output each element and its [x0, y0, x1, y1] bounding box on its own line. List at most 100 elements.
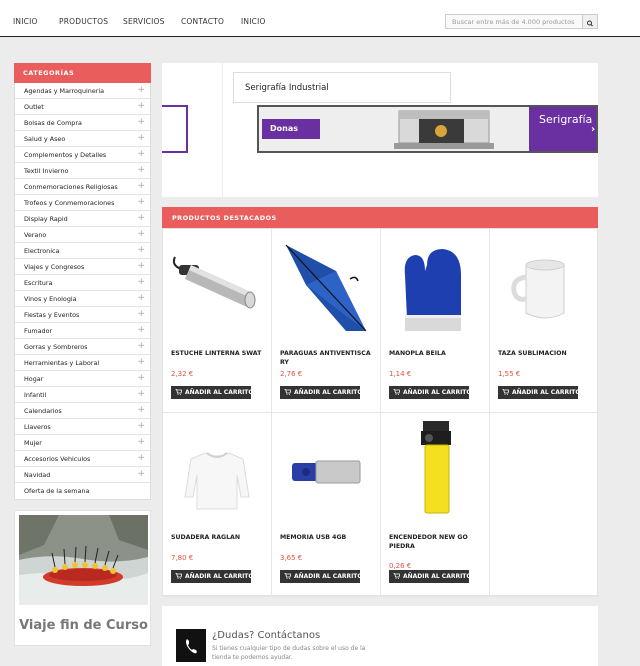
product-card[interactable]: PARAGUAS ANTIVENTISCA RY 2,76 € AÑADIR A… — [272, 229, 381, 413]
category-item[interactable]: Trofeos y Conmemoraciones + — [15, 195, 150, 211]
add-to-cart-button[interactable]: AÑADIR AL CARRITO — [389, 386, 472, 399]
expand-plus-icon[interactable]: + — [137, 469, 145, 480]
chevron-left-icon[interactable]: ‹ — [164, 124, 168, 135]
add-to-cart-button[interactable]: AÑADIR AL CARRITO — [498, 386, 581, 399]
add-to-cart-button[interactable]: AÑADIR AL CARRITO — [171, 570, 254, 583]
chevron-right-icon[interactable]: › — [591, 124, 595, 135]
category-item[interactable]: Fumador + — [15, 323, 150, 339]
category-item[interactable]: Infantil + — [15, 387, 150, 403]
category-item[interactable]: Complementos y Detalles + — [15, 147, 150, 163]
product-card[interactable]: SUDADERA RAGLAN 7,80 € AÑADIR AL CARRITO — [163, 413, 272, 597]
expand-plus-icon[interactable]: + — [137, 133, 145, 144]
cart-icon — [284, 389, 291, 395]
category-item[interactable]: Viajes y Congresos + — [15, 259, 150, 275]
category-item[interactable]: Hogar + — [15, 371, 150, 387]
banner-title: Serigrafía Industrial — [233, 72, 451, 103]
nav-inicio[interactable]: INICIO — [13, 17, 38, 26]
product-card[interactable]: MEMORIA USB 4GB 3,65 € AÑADIR AL CARRITO — [272, 413, 381, 597]
category-item[interactable]: Fiestas y Eventos + — [15, 307, 150, 323]
nav-inicio-2[interactable]: INICIO — [241, 17, 266, 26]
expand-plus-icon[interactable]: + — [137, 213, 145, 224]
expand-plus-icon[interactable]: + — [137, 165, 145, 176]
category-label: Oferta de la semana — [24, 487, 90, 495]
add-to-cart-button[interactable]: AÑADIR AL CARRITO — [389, 570, 472, 583]
category-label: Trofeos y Conmemoraciones — [24, 199, 115, 207]
category-item[interactable]: Display Rapid + — [15, 211, 150, 227]
category-item[interactable]: Oferta de la semana — [15, 483, 150, 499]
nav-productos[interactable]: PRODUCTOS — [59, 17, 108, 26]
category-label: Accesorios Vehiculos — [24, 455, 91, 463]
expand-plus-icon[interactable]: + — [137, 197, 145, 208]
category-item[interactable]: Vinos y Enologia + — [15, 291, 150, 307]
search-input[interactable]: Buscar entre más de 4.000 productos — [445, 14, 583, 29]
slide-left-label: Donas — [262, 119, 320, 139]
category-item[interactable]: Llaveros + — [15, 419, 150, 435]
category-item[interactable]: Calendarios + — [15, 403, 150, 419]
promo-viaje-fin-curso[interactable]: Viaje fin de Curso — [14, 510, 151, 646]
expand-plus-icon[interactable]: + — [137, 309, 145, 320]
product-card[interactable]: ENCENDEDOR NEW GO PIEDRA 0,26 € AÑADIR A… — [381, 413, 490, 597]
category-item[interactable]: Conmemoraciones Religiosas + — [15, 179, 150, 195]
expand-plus-icon[interactable]: + — [137, 325, 145, 336]
expand-plus-icon[interactable]: + — [137, 277, 145, 288]
contact-title: ¿Dudas? Contáctanos — [212, 630, 321, 641]
category-item[interactable]: Electronica + — [15, 243, 150, 259]
category-item[interactable]: Accesorios Vehiculos + — [15, 451, 150, 467]
expand-plus-icon[interactable]: + — [137, 149, 145, 160]
nav-servicios[interactable]: SERVICIOS — [123, 17, 165, 26]
product-name[interactable]: ESTUCHE LINTERNA SWAT — [171, 349, 267, 358]
category-item[interactable]: Verano + — [15, 227, 150, 243]
product-name[interactable]: MANOPLA BEILA — [389, 349, 485, 358]
expand-plus-icon[interactable]: + — [137, 117, 145, 128]
expand-plus-icon[interactable]: + — [137, 405, 145, 416]
category-label: Textil Invierno — [24, 167, 69, 175]
nav-contacto[interactable]: CONTACTO — [181, 17, 224, 26]
category-label: Infantil — [24, 391, 47, 399]
expand-plus-icon[interactable]: + — [137, 389, 145, 400]
phone-icon-box[interactable] — [176, 629, 206, 662]
category-item[interactable]: Bolsas de Compra + — [15, 115, 150, 131]
add-to-cart-button[interactable]: AÑADIR AL CARRITO — [280, 386, 363, 399]
product-card[interactable]: MANOPLA BEILA 1,14 € AÑADIR AL CARRITO — [381, 229, 490, 413]
add-to-cart-button[interactable]: AÑADIR AL CARRITO — [171, 386, 254, 399]
expand-plus-icon[interactable]: + — [137, 437, 145, 448]
expand-plus-icon[interactable]: + — [137, 293, 145, 304]
add-to-cart-button[interactable]: AÑADIR AL CARRITO — [280, 570, 363, 583]
product-name[interactable]: MEMORIA USB 4GB — [280, 533, 376, 542]
product-name[interactable]: TAZA SUBLIMACION — [498, 349, 594, 358]
product-name[interactable]: SUDADERA RAGLAN — [171, 533, 267, 542]
category-item[interactable]: Escritura + — [15, 275, 150, 291]
expand-plus-icon[interactable]: + — [137, 357, 145, 368]
category-item[interactable]: Textil Invierno + — [15, 163, 150, 179]
expand-plus-icon[interactable]: + — [137, 373, 145, 384]
product-name[interactable]: ENCENDEDOR NEW GO PIEDRA — [389, 533, 485, 551]
contact-section: ¿Dudas? Contáctanos Si tienes cualquier … — [162, 606, 598, 666]
expand-plus-icon[interactable]: + — [137, 421, 145, 432]
expand-plus-icon[interactable]: + — [137, 101, 145, 112]
cart-icon — [175, 573, 182, 579]
product-price: 7,80 € — [171, 554, 194, 562]
search-button[interactable] — [582, 14, 598, 29]
expand-plus-icon[interactable]: + — [137, 341, 145, 352]
expand-plus-icon[interactable]: + — [137, 245, 145, 256]
expand-plus-icon[interactable]: + — [137, 181, 145, 192]
category-item[interactable]: Salud y Aseo + — [15, 131, 150, 147]
expand-plus-icon[interactable]: + — [137, 453, 145, 464]
category-item[interactable]: Navidad + — [15, 467, 150, 483]
divider — [222, 63, 223, 197]
banner-slide[interactable]: Donas Serigrafía Industri › — [257, 105, 598, 153]
expand-plus-icon[interactable]: + — [137, 85, 145, 96]
category-item[interactable]: Outlet + — [15, 99, 150, 115]
expand-plus-icon[interactable]: + — [137, 261, 145, 272]
product-card[interactable]: ESTUCHE LINTERNA SWAT 2,32 € AÑADIR AL C… — [163, 229, 272, 413]
category-item[interactable]: Herramientas y Laboral + — [15, 355, 150, 371]
empty-card — [490, 413, 599, 597]
category-item[interactable]: Mujer + — [15, 435, 150, 451]
product-name[interactable]: PARAGUAS ANTIVENTISCA RY — [280, 349, 376, 367]
expand-plus-icon[interactable]: + — [137, 229, 145, 240]
product-card[interactable]: TAZA SUBLIMACION 1,55 € AÑADIR AL CARRIT… — [490, 229, 599, 413]
cart-icon — [175, 389, 182, 395]
category-item[interactable]: Agendas y Marroquineria + — [15, 83, 150, 99]
category-label: Gorras y Sombreros — [24, 343, 88, 351]
category-item[interactable]: Gorras y Sombreros + — [15, 339, 150, 355]
